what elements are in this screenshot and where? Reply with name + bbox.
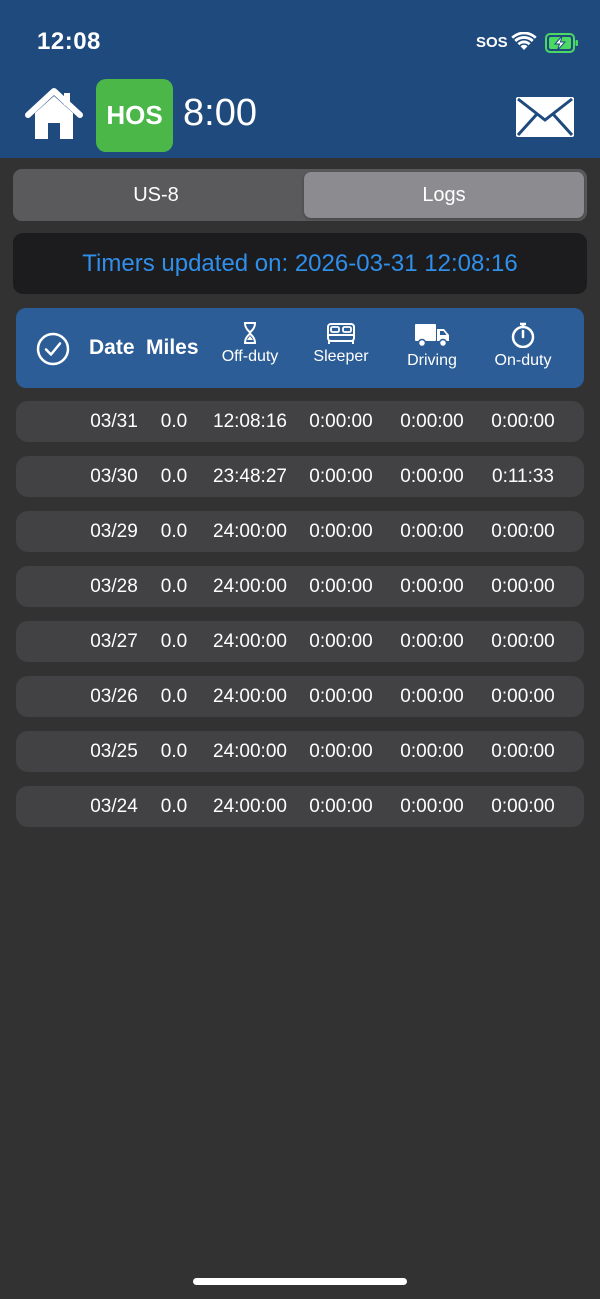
table-row[interactable]: 03/25 0.0 24:00:00 0:00:00 0:00:00 0:00:… <box>16 731 584 772</box>
cell-miles: 0.0 <box>160 686 188 707</box>
cell-date: 03/27 <box>90 631 138 652</box>
cell-off-duty: 23:48:27 <box>213 466 287 487</box>
cell-sleeper: 0:00:00 <box>309 741 373 762</box>
cell-sleeper: 0:00:00 <box>309 796 373 817</box>
cell-on-duty: 0:00:00 <box>491 521 555 542</box>
header-sleeper: Sleeper <box>296 322 386 366</box>
check-circle-icon[interactable] <box>36 332 70 371</box>
cell-driving: 0:00:00 <box>400 631 464 652</box>
cell-driving: 0:00:00 <box>400 796 464 817</box>
segment-logs[interactable]: Logs <box>304 172 584 218</box>
cell-miles: 0.0 <box>160 466 188 487</box>
hourglass-icon <box>244 322 256 344</box>
battery-charging-icon <box>545 33 579 58</box>
segment-us8[interactable]: US-8 <box>16 172 296 218</box>
cell-date: 03/25 <box>90 741 138 762</box>
cell-date: 03/24 <box>90 796 138 817</box>
stopwatch-icon <box>511 322 535 348</box>
cell-off-duty: 24:00:00 <box>213 741 287 762</box>
cell-driving: 0:00:00 <box>400 576 464 597</box>
cell-miles: 0.0 <box>160 576 188 597</box>
log-table-header: Date Miles Off-duty Sleeper Driving On-d… <box>16 308 584 388</box>
hos-time: 8:00 <box>183 92 257 134</box>
cell-off-duty: 24:00:00 <box>213 631 287 652</box>
cell-date: 03/29 <box>90 521 138 542</box>
cell-miles: 0.0 <box>160 411 188 432</box>
cell-miles: 0.0 <box>160 631 188 652</box>
table-row[interactable]: 03/28 0.0 24:00:00 0:00:00 0:00:00 0:00:… <box>16 566 584 607</box>
cell-on-duty: 0:00:00 <box>491 631 555 652</box>
cell-date: 03/30 <box>90 466 138 487</box>
cell-miles: 0.0 <box>160 741 188 762</box>
truck-icon <box>415 324 449 348</box>
home-icon[interactable] <box>24 87 84 148</box>
segmented-control: US-8 Logs <box>13 169 587 221</box>
cell-off-duty: 24:00:00 <box>213 796 287 817</box>
table-row[interactable]: 03/29 0.0 24:00:00 0:00:00 0:00:00 0:00:… <box>16 511 584 552</box>
cell-on-duty: 0:11:33 <box>492 466 554 487</box>
home-indicator[interactable] <box>193 1278 407 1285</box>
cell-sleeper: 0:00:00 <box>309 686 373 707</box>
cell-date: 03/26 <box>90 686 138 707</box>
header-date: Date <box>89 336 135 359</box>
cell-on-duty: 0:00:00 <box>491 411 555 432</box>
mail-icon[interactable] <box>515 96 575 143</box>
cell-date: 03/31 <box>90 411 138 432</box>
cell-on-duty: 0:00:00 <box>491 576 555 597</box>
table-row[interactable]: 03/31 0.0 12:08:16 0:00:00 0:00:00 0:00:… <box>16 401 584 442</box>
log-rows: 03/31 0.0 12:08:16 0:00:00 0:00:00 0:00:… <box>16 401 584 841</box>
hos-badge[interactable]: HOS <box>96 79 173 152</box>
header-on-duty: On-duty <box>478 322 568 370</box>
cell-off-duty: 24:00:00 <box>213 576 287 597</box>
header-off-duty-label: Off-duty <box>221 348 279 365</box>
header-miles: Miles <box>146 336 199 359</box>
cell-off-duty: 24:00:00 <box>213 521 287 542</box>
cell-driving: 0:00:00 <box>400 686 464 707</box>
cell-driving: 0:00:00 <box>400 741 464 762</box>
cell-date: 03/28 <box>90 576 138 597</box>
cell-sleeper: 0:00:00 <box>309 411 373 432</box>
sos-indicator: SOS <box>476 34 508 51</box>
table-row[interactable]: 03/26 0.0 24:00:00 0:00:00 0:00:00 0:00:… <box>16 676 584 717</box>
cell-sleeper: 0:00:00 <box>309 466 373 487</box>
cell-on-duty: 0:00:00 <box>491 741 555 762</box>
cell-driving: 0:00:00 <box>400 521 464 542</box>
app-header: 12:08 SOS HOS 8:00 <box>0 0 600 158</box>
cell-on-duty: 0:00:00 <box>491 796 555 817</box>
cell-miles: 0.0 <box>160 796 188 817</box>
header-sleeper-label: Sleeper <box>313 348 369 365</box>
cell-off-duty: 12:08:16 <box>213 411 287 432</box>
status-time: 12:08 <box>37 28 101 55</box>
header-driving: Driving <box>387 322 477 370</box>
cell-sleeper: 0:00:00 <box>309 576 373 597</box>
table-row[interactable]: 03/30 0.0 23:48:27 0:00:00 0:00:00 0:11:… <box>16 456 584 497</box>
cell-miles: 0.0 <box>160 521 188 542</box>
table-row[interactable]: 03/24 0.0 24:00:00 0:00:00 0:00:00 0:00:… <box>16 786 584 827</box>
cell-off-duty: 24:00:00 <box>213 686 287 707</box>
cell-driving: 0:00:00 <box>400 466 464 487</box>
table-row[interactable]: 03/27 0.0 24:00:00 0:00:00 0:00:00 0:00:… <box>16 621 584 662</box>
cell-sleeper: 0:00:00 <box>309 521 373 542</box>
cell-sleeper: 0:00:00 <box>309 631 373 652</box>
header-on-duty-label: On-duty <box>494 352 552 369</box>
cell-on-duty: 0:00:00 <box>491 686 555 707</box>
wifi-icon <box>511 31 537 57</box>
bed-icon <box>327 323 355 344</box>
header-off-duty: Off-duty <box>205 322 295 366</box>
timers-updated-banner: Timers updated on: 2026-03-31 12:08:16 <box>13 233 587 294</box>
header-driving-label: Driving <box>407 352 457 369</box>
cell-driving: 0:00:00 <box>400 411 464 432</box>
